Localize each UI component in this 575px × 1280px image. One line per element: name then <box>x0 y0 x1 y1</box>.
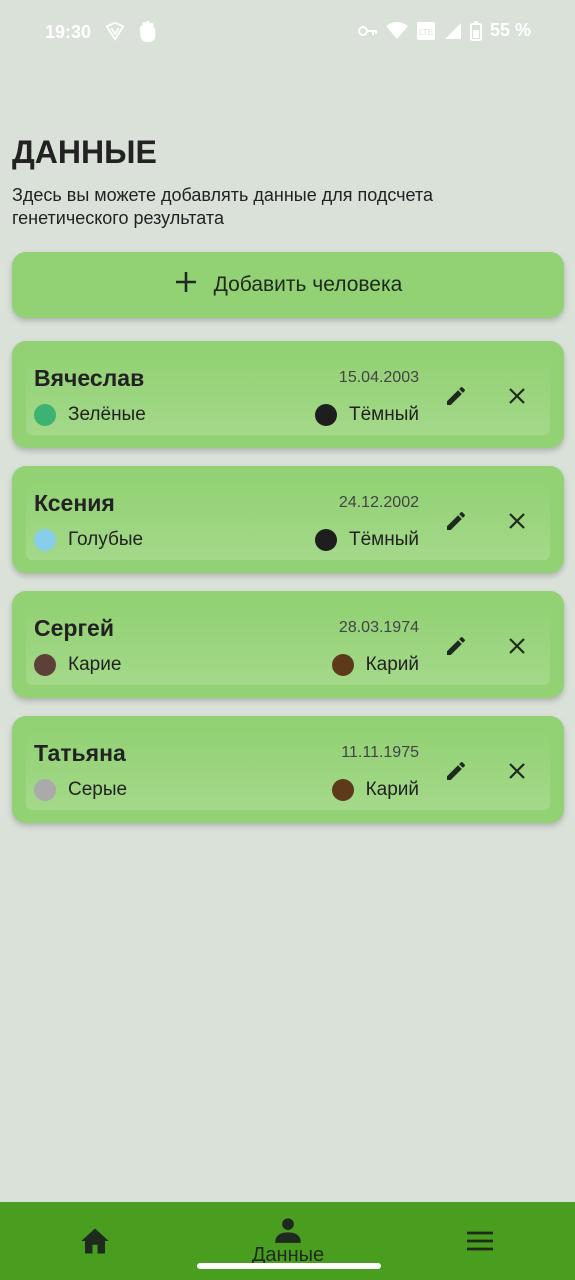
person-card[interactable]: Сергей 28.03.1974 Карие Карий <box>12 591 564 698</box>
plus-icon <box>174 266 198 300</box>
hair-color-label: Тёмный <box>349 404 419 425</box>
person-birthdate: 15.04.2003 <box>338 369 419 386</box>
status-time: 19:30 <box>45 22 92 42</box>
hair-color-label: Карий <box>365 779 419 800</box>
svg-text:LTE: LTE <box>419 28 433 37</box>
hair-color-swatch <box>331 654 354 676</box>
home-icon <box>81 1228 109 1254</box>
delete-person-button[interactable] <box>502 756 532 786</box>
hair-color-swatch <box>315 404 337 426</box>
hair-color-swatch <box>331 779 354 801</box>
eye-color-label: Карие <box>68 654 122 675</box>
edit-person-button[interactable] <box>441 756 471 786</box>
nav-home-button[interactable] <box>65 1202 125 1280</box>
hair-color-label: Тёмный <box>349 529 419 550</box>
person-card[interactable]: Ксения 24.12.2002 Голубые Тёмный <box>12 466 564 573</box>
delete-person-button[interactable] <box>502 631 532 661</box>
signal-icon <box>444 22 462 40</box>
person-birthdate: 11.11.1975 <box>341 744 419 761</box>
person-card[interactable]: Вячеслав 15.04.2003 Зелёные Тёмный <box>12 341 564 448</box>
edit-person-button[interactable] <box>441 506 471 536</box>
person-name: Сергей <box>34 615 114 641</box>
status-bar: 19:30 LTE 55 % <box>0 0 575 68</box>
nav-menu-button[interactable] <box>450 1202 510 1280</box>
hair-color-label: Карий <box>365 654 419 675</box>
eye-color-swatch <box>34 404 56 426</box>
person-name: Вячеслав <box>34 365 145 391</box>
delete-person-button[interactable] <box>502 381 532 411</box>
wifi-icon <box>385 21 408 40</box>
person-card[interactable]: Татьяна 11.11.1975 Серые Карий <box>12 716 564 823</box>
close-icon <box>509 638 525 654</box>
pencil-icon <box>447 386 466 405</box>
status-right-icons: LTE 55 % <box>357 20 531 41</box>
edit-person-button[interactable] <box>441 631 471 661</box>
eye-color-swatch <box>34 654 56 676</box>
add-person-label: Добавить человека <box>213 273 403 296</box>
eye-color-label: Серые <box>68 779 128 800</box>
eye-color-trait: Серые <box>34 779 127 801</box>
add-person-button[interactable]: Добавить человека <box>12 252 564 318</box>
eye-color-swatch <box>34 529 56 551</box>
eye-color-trait: Зелёные <box>34 404 146 426</box>
person-name: Татьяна <box>34 740 126 766</box>
battery-icon <box>469 20 482 41</box>
vpn-icon <box>104 20 126 49</box>
eye-color-trait: Голубые <box>34 529 143 551</box>
delete-person-button[interactable] <box>502 506 532 536</box>
edit-person-button[interactable] <box>441 381 471 411</box>
menu-icon <box>467 1231 493 1251</box>
hand-icon <box>136 20 158 49</box>
page-subtitle: Здесь вы можете добавлять данные для под… <box>12 185 434 228</box>
home-indicator[interactable] <box>197 1263 381 1269</box>
pencil-icon <box>447 761 466 780</box>
hair-color-trait: Карий <box>331 654 419 676</box>
close-icon <box>509 388 525 404</box>
person-birthdate: 28.03.1974 <box>338 619 419 636</box>
status-left-icons <box>104 20 158 49</box>
lte-icon: LTE <box>416 21 436 41</box>
eye-color-label: Зелёные <box>68 404 146 425</box>
battery-percent: 55 % <box>489 20 531 40</box>
person-name: Ксения <box>34 490 115 516</box>
eye-color-swatch <box>34 779 56 801</box>
hair-color-trait: Тёмный <box>315 404 419 426</box>
close-icon <box>509 513 525 529</box>
page-title: ДАННЫЕ <box>12 134 157 170</box>
hair-color-trait: Карий <box>331 779 419 801</box>
pencil-icon <box>447 511 466 530</box>
close-icon <box>509 763 525 779</box>
hair-color-trait: Тёмный <box>315 529 419 551</box>
hair-color-swatch <box>315 529 337 551</box>
eye-color-label: Голубые <box>68 529 144 550</box>
pencil-icon <box>447 636 466 655</box>
person-birthdate: 24.12.2002 <box>338 494 419 511</box>
person-icon <box>275 1217 301 1243</box>
person-list: Вячеслав 15.04.2003 Зелёные Тёмный Ксени… <box>12 341 564 841</box>
key-icon <box>357 24 378 38</box>
eye-color-trait: Карие <box>34 654 121 676</box>
